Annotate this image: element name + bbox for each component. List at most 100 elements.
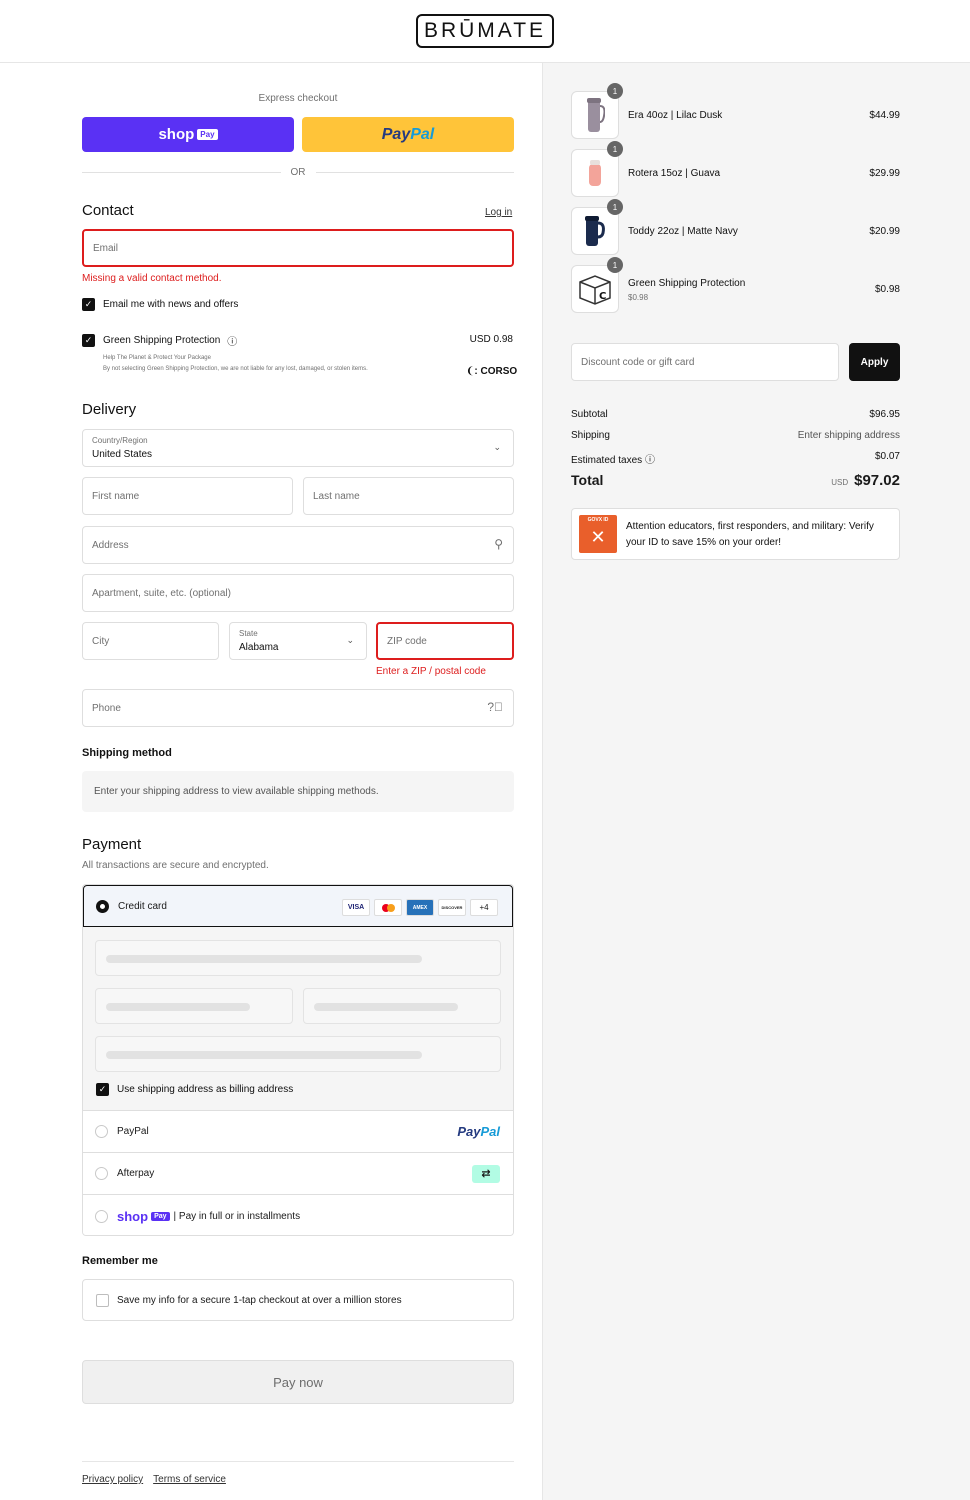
credit-card-radio[interactable]	[96, 899, 109, 913]
green-shipping-checkbox[interactable]: ✓	[82, 334, 95, 347]
shop-pay-badge: Pay	[151, 1211, 170, 1221]
address-placeholder: Address	[92, 539, 129, 551]
item-price: $29.99	[869, 168, 900, 179]
paypal-logo: PayPal	[457, 1124, 500, 1139]
email-placeholder: Email	[93, 242, 119, 254]
shop-pay-badge: Pay	[197, 129, 218, 140]
green-shipping-label: Green Shipping Protection	[103, 335, 221, 346]
email-input[interactable]: Email	[82, 229, 514, 267]
discount-input[interactable]: Discount code or gift card	[571, 343, 839, 381]
city-input[interactable]: City	[82, 622, 219, 660]
promo-text: Attention educators, first responders, a…	[626, 521, 874, 548]
shipping-label: Shipping	[571, 430, 610, 441]
first-name-placeholder: First name	[92, 490, 140, 502]
item-name: Toddy 22oz | Matte Navy	[628, 226, 738, 237]
paypal-label: PayPal	[117, 1126, 149, 1137]
paypal-logo-pay: Pay	[381, 125, 411, 143]
privacy-policy-link[interactable]: Privacy policy	[82, 1474, 143, 1485]
shop-pay-button[interactable]: shop Pay	[82, 117, 294, 152]
brand-logo[interactable]: BRŪMATE	[415, 14, 555, 48]
card-number-field[interactable]	[95, 940, 501, 976]
more-cards-badge: +4	[470, 899, 498, 916]
remember-me-box[interactable]: Save my info for a secure 1-tap checkout…	[82, 1279, 514, 1321]
expiry-field[interactable]	[95, 988, 293, 1024]
express-checkout-label: Express checkout	[258, 93, 338, 104]
zip-input[interactable]: ZIP code	[376, 622, 514, 660]
taxes-label: Estimated taxes	[571, 455, 643, 466]
shop-pay-text: | Pay in full or in installments	[173, 1210, 301, 1222]
paypal-button[interactable]: Pay Pal	[302, 117, 514, 152]
subtotal-label: Subtotal	[571, 409, 608, 420]
login-link[interactable]: Log in	[485, 207, 512, 218]
card-brands: VISA AMEX DISCOVER +4	[342, 899, 498, 916]
billing-checkbox[interactable]: ✓	[96, 1083, 109, 1096]
afterpay-option[interactable]: Afterpay ⇄	[83, 1153, 513, 1195]
payment-title: Payment	[82, 836, 142, 853]
total-label: Total	[571, 472, 604, 488]
help-icon[interactable]: ?⃝	[487, 700, 503, 714]
govx-promo[interactable]: GOVX ID ✕ Attention educators, first res…	[571, 508, 900, 560]
quantity-badge: 1	[607, 83, 623, 99]
item-price: $20.99	[869, 226, 900, 237]
city-placeholder: City	[92, 635, 110, 647]
news-checkbox[interactable]: ✓	[82, 298, 95, 311]
green-note-1: Help The Planet & Protect Your Package	[103, 355, 211, 361]
news-checkbox-row[interactable]: ✓ Email me with news and offers	[82, 298, 238, 311]
apply-button[interactable]: Apply	[849, 343, 900, 381]
item-price: $0.98	[874, 284, 900, 295]
item-name: Era 40oz | Lilac Dusk	[628, 110, 723, 121]
discount-placeholder: Discount code or gift card	[581, 356, 695, 368]
chevron-down-icon: ⌄	[493, 442, 501, 452]
state-select[interactable]: State Alabama ⌄	[229, 622, 367, 660]
shop-pay-radio[interactable]	[95, 1209, 108, 1223]
paypal-option[interactable]: PayPal PayPal	[83, 1111, 513, 1153]
pay-now-button[interactable]: Pay now	[82, 1360, 514, 1404]
taxes-row: Estimated taxes ⓘ $0.07	[571, 451, 900, 466]
paypal-radio[interactable]	[95, 1125, 108, 1138]
remember-checkbox[interactable]	[96, 1293, 109, 1307]
remember-label: Save my info for a secure 1-tap checkout…	[117, 1294, 402, 1306]
country-value: United States	[92, 449, 153, 460]
shipping-method-title: Shipping method	[82, 747, 172, 759]
zip-placeholder: ZIP code	[387, 635, 427, 647]
shipping-value: Enter shipping address	[797, 430, 900, 441]
address-input[interactable]: Address ⚲	[82, 526, 514, 564]
shop-pay-installments-option[interactable]: shop Pay | Pay in full or in installment…	[83, 1195, 513, 1235]
or-divider: OR	[82, 167, 514, 178]
apartment-input[interactable]: Apartment, suite, etc. (optional)	[82, 574, 514, 612]
billing-label: Use shipping address as billing address	[117, 1084, 294, 1095]
zip-error: Enter a ZIP / postal code	[376, 666, 486, 677]
info-icon[interactable]: ⓘ	[227, 333, 237, 348]
green-shipping-row[interactable]: ✓ Green Shipping Protection ⓘ	[82, 333, 237, 348]
contact-title: Contact	[82, 202, 134, 219]
delivery-title: Delivery	[82, 401, 137, 418]
shop-pay-logo: shop	[117, 1208, 149, 1224]
subtotal-row: Subtotal $96.95	[571, 409, 900, 420]
remember-title: Remember me	[82, 1255, 158, 1267]
or-label: OR	[290, 167, 306, 178]
cart-item: 1 Rotera 15oz | Guava $29.99	[571, 141, 900, 197]
shipping-method-box: Enter your shipping address to view avai…	[82, 771, 514, 812]
first-name-input[interactable]: First name	[82, 477, 293, 515]
quantity-badge: 1	[607, 257, 623, 273]
shipping-row: Shipping Enter shipping address	[571, 430, 900, 441]
billing-checkbox-row[interactable]: ✓ Use shipping address as billing addres…	[96, 1083, 293, 1096]
credit-card-option[interactable]: Credit card VISA AMEX DISCOVER +4	[83, 885, 513, 927]
item-name: Rotera 15oz | Guava	[628, 168, 721, 179]
name-on-card-field[interactable]	[95, 1036, 501, 1072]
state-label: State	[239, 629, 258, 638]
amex-icon: AMEX	[406, 899, 434, 916]
terms-link[interactable]: Terms of service	[153, 1474, 226, 1485]
taxes-value: $0.07	[874, 451, 900, 462]
security-code-field[interactable]	[303, 988, 501, 1024]
info-icon[interactable]: ⓘ	[645, 455, 655, 466]
last-name-input[interactable]: Last name	[303, 477, 514, 515]
green-shipping-price: USD 0.98	[469, 334, 513, 345]
phone-input[interactable]: Phone ?⃝	[82, 689, 514, 727]
cart-item: C 1 Green Shipping Protection $0.98 $0.9…	[571, 257, 900, 313]
subtotal-value: $96.95	[869, 409, 900, 420]
country-select[interactable]: Country/Region United States ⌄	[82, 429, 514, 467]
visa-icon: VISA	[342, 899, 370, 916]
quantity-badge: 1	[607, 199, 623, 215]
afterpay-radio[interactable]	[95, 1167, 108, 1180]
